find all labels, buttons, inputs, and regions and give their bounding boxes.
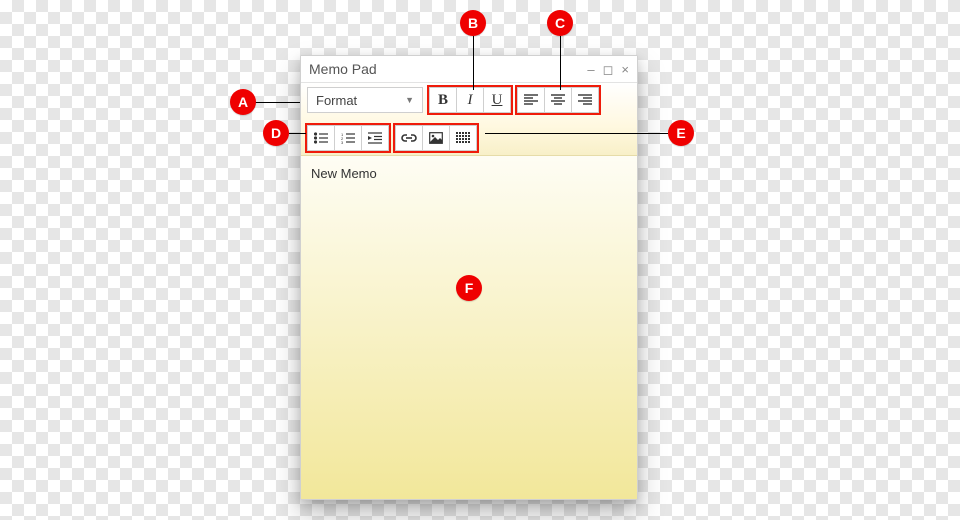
callout-d: D: [263, 120, 289, 146]
callout-c: C: [547, 10, 573, 36]
group-format: Format ▼: [307, 87, 423, 113]
callout-d-label: D: [271, 125, 281, 141]
maximize-button[interactable]: ◻: [603, 63, 614, 76]
group-lists: 123: [307, 125, 389, 151]
link-icon: [401, 132, 417, 144]
diagram-stage: A B C D E F Memo Pad – ◻ × Format ▼ B I: [0, 0, 960, 520]
lead-e: [485, 133, 668, 134]
image-icon: [429, 132, 443, 144]
numbered-list-icon: 123: [341, 132, 355, 144]
align-left-icon: [524, 94, 538, 106]
callout-a-label: A: [238, 94, 248, 110]
indent-button[interactable]: [361, 125, 389, 151]
lead-d: [289, 133, 306, 134]
close-button[interactable]: ×: [621, 63, 629, 76]
grid-icon: [456, 132, 470, 144]
bold-icon: B: [438, 92, 448, 109]
align-center-icon: [551, 94, 565, 106]
callout-a: A: [230, 89, 256, 115]
svg-text:3: 3: [341, 140, 344, 144]
window-title: Memo Pad: [309, 61, 377, 77]
memo-placeholder: New Memo: [311, 166, 627, 181]
format-dropdown-label: Format: [316, 93, 357, 108]
callout-e-label: E: [676, 125, 685, 141]
callout-c-label: C: [555, 15, 565, 31]
toolbar: Format ▼ B I U: [301, 83, 637, 156]
callout-b: B: [460, 10, 486, 36]
bold-button[interactable]: B: [429, 87, 457, 113]
minimize-button[interactable]: –: [587, 63, 594, 76]
lead-a: [255, 102, 300, 103]
underline-icon: U: [492, 92, 503, 109]
group-alignment: [517, 87, 599, 113]
image-button[interactable]: [422, 125, 450, 151]
align-left-button[interactable]: [517, 87, 545, 113]
lead-b: [473, 36, 474, 90]
align-right-icon: [578, 94, 592, 106]
memo-body[interactable]: New Memo: [301, 156, 637, 499]
link-button[interactable]: [395, 125, 423, 151]
align-center-button[interactable]: [544, 87, 572, 113]
table-button[interactable]: [449, 125, 477, 151]
italic-button[interactable]: I: [456, 87, 484, 113]
lead-c: [560, 36, 561, 90]
callout-f: F: [456, 275, 482, 301]
chevron-down-icon: ▼: [405, 95, 414, 105]
titlebar: Memo Pad – ◻ ×: [301, 56, 637, 83]
callout-b-label: B: [468, 15, 478, 31]
group-insert: [395, 125, 477, 151]
bulleted-list-icon: [314, 132, 328, 144]
indent-icon: [368, 132, 382, 144]
align-right-button[interactable]: [571, 87, 599, 113]
callout-f-label: F: [465, 280, 474, 296]
numbered-list-button[interactable]: 123: [334, 125, 362, 151]
group-text-style: B I U: [429, 87, 511, 113]
bulleted-list-button[interactable]: [307, 125, 335, 151]
italic-icon: I: [468, 92, 473, 109]
format-dropdown[interactable]: Format ▼: [307, 87, 423, 113]
callout-e: E: [668, 120, 694, 146]
underline-button[interactable]: U: [483, 87, 511, 113]
window-controls: – ◻ ×: [587, 63, 629, 76]
